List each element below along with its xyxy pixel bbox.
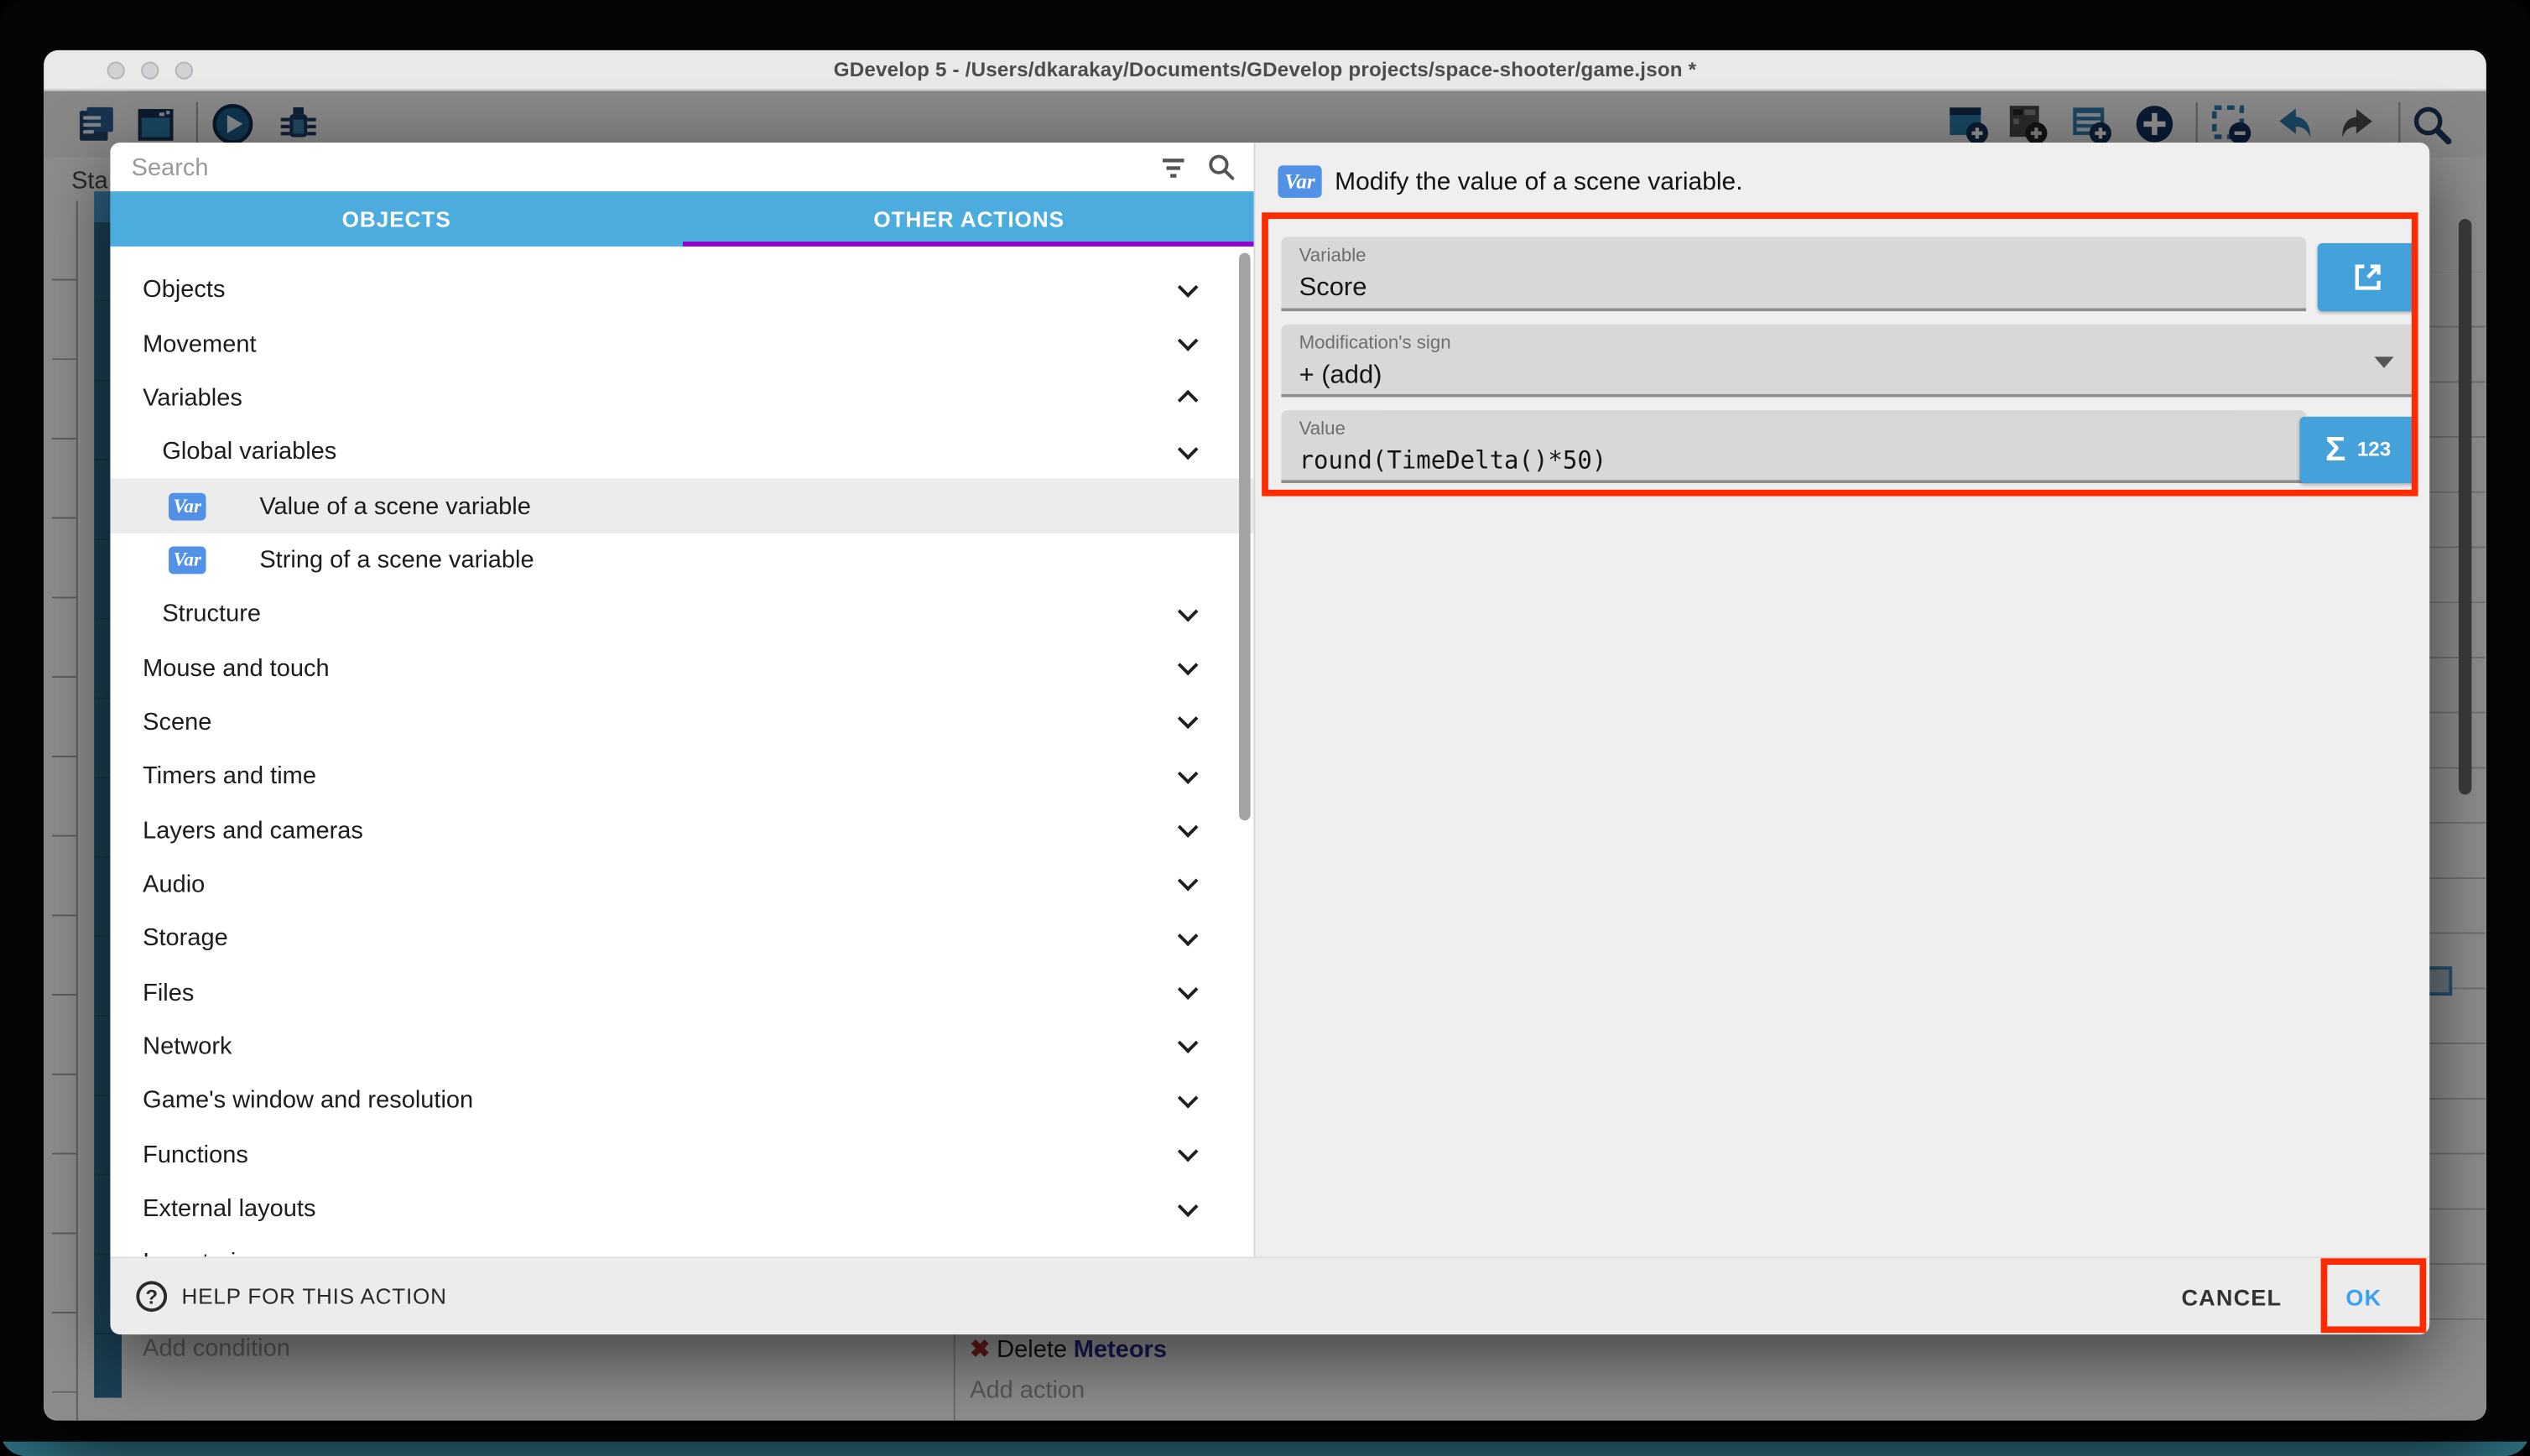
tab-other-actions[interactable]: OTHER ACTIONS [683, 191, 1255, 247]
desktop-wallpaper-strip [0, 1442, 2530, 1456]
list-item-global-variables[interactable]: Global variables [110, 425, 1255, 479]
minimize-button[interactable] [141, 61, 159, 79]
dialog-footer: ? HELP FOR THIS ACTION CANCEL OK [110, 1256, 2429, 1334]
tab-objects[interactable]: OBJECTS [110, 191, 682, 247]
chevron-down-icon [1178, 1196, 1199, 1217]
list-item-layers-and-cameras[interactable]: Layers and cameras [110, 803, 1255, 857]
list-item-value-of-a-scene-variable[interactable]: VarValue of a scene variable [110, 479, 1255, 533]
close-button[interactable] [107, 61, 125, 79]
list-item-objects[interactable]: Objects [110, 263, 1255, 316]
list-item-audio[interactable]: Audio [110, 857, 1255, 911]
filter-icon[interactable] [1159, 153, 1187, 181]
list-item-structure[interactable]: Structure [110, 587, 1255, 641]
var-icon: Var [1278, 165, 1321, 198]
screenshot-canvas: GDevelop 5 - /Users/dkarakay/Documents/G… [0, 0, 2530, 1456]
list-item-variables[interactable]: Variables [110, 371, 1255, 424]
list-item-storage[interactable]: Storage [110, 912, 1255, 965]
chevron-down-icon [1178, 871, 1199, 892]
chevron-down-icon [1178, 925, 1199, 946]
dialog-tabs: OBJECTS OTHER ACTIONS [110, 191, 1255, 247]
list-item-functions[interactable]: Functions [110, 1128, 1255, 1182]
chevron-down-icon [1178, 655, 1199, 676]
modification-sign-select[interactable]: Modification's sign + (add) [1281, 325, 2416, 398]
sigma-icon: Σ [2325, 433, 2345, 467]
list-item-string-of-a-scene-variable[interactable]: VarString of a scene variable [110, 533, 1255, 587]
action-editor-dialog: OBJECTS OTHER ACTIONS Objects Movement V… [110, 143, 2429, 1333]
ok-button[interactable]: OK [2327, 1258, 2400, 1334]
value-expression-field[interactable]: Value round(TimeDelta()*50) [1281, 410, 2306, 483]
chevron-down-icon [1178, 277, 1199, 298]
list-item-movement[interactable]: Movement [110, 317, 1255, 371]
gdevelop-window: GDevelop 5 - /Users/dkarakay/Documents/G… [44, 50, 2486, 1421]
titlebar: GDevelop 5 - /Users/dkarakay/Documents/G… [44, 50, 2486, 91]
open-in-new-icon [2350, 261, 2383, 294]
actions-category-list: Objects Movement Variables Global variab… [110, 247, 1255, 1256]
chevron-down-icon [1178, 980, 1199, 1001]
chevron-down-icon [1178, 330, 1199, 351]
chevron-up-icon [1178, 391, 1199, 412]
list-item-games-window-and-resolution[interactable]: Game's window and resolution [110, 1074, 1255, 1127]
chevron-down-icon [1178, 601, 1199, 621]
var-icon: Var [169, 546, 206, 574]
chevron-down-icon [1178, 763, 1199, 784]
search-icon[interactable] [1206, 153, 1236, 182]
list-item-files[interactable]: Files [110, 965, 1255, 1019]
open-variables-editor-button[interactable] [2318, 243, 2417, 311]
var-icon: Var [169, 492, 206, 520]
list-item-timers-and-time[interactable]: Timers and time [110, 749, 1255, 803]
list-item-network[interactable]: Network [110, 1020, 1255, 1074]
dropdown-caret-icon [2374, 356, 2393, 368]
chevron-down-icon [1178, 439, 1199, 460]
instruction-list-pane: OBJECTS OTHER ACTIONS Objects Movement V… [110, 143, 1255, 1256]
list-item-mouse-and-touch[interactable]: Mouse and touch [110, 641, 1255, 694]
panel-header: Var Modify the value of a scene variable… [1255, 143, 2429, 212]
action-title: Modify the value of a scene variable. [1335, 169, 1742, 198]
list-item-external-layouts[interactable]: External layouts [110, 1182, 1255, 1235]
traffic-lights [107, 61, 193, 79]
chevron-down-icon [1178, 1141, 1199, 1162]
window-title: GDevelop 5 - /Users/dkarakay/Documents/G… [834, 59, 1697, 81]
active-tab-indicator [683, 241, 1255, 247]
help-icon: ? [136, 1281, 167, 1312]
list-scrollbar-thumb[interactable] [1239, 253, 1251, 821]
action-parameters-panel: Var Modify the value of a scene variable… [1253, 143, 2429, 1256]
list-item-scene[interactable]: Scene [110, 695, 1255, 749]
cancel-button[interactable]: CANCEL [2172, 1258, 2292, 1334]
chevron-down-icon [1178, 709, 1199, 730]
zoom-button[interactable] [175, 61, 193, 79]
search-bar [110, 143, 1255, 191]
chevron-down-icon [1178, 817, 1199, 838]
help-button[interactable]: ? HELP FOR THIS ACTION [136, 1258, 446, 1334]
expression-editor-button[interactable]: Σ 123 [2299, 417, 2416, 483]
variable-field[interactable]: Variable Score [1281, 237, 2306, 311]
chevron-down-icon [1178, 1088, 1199, 1109]
list-item-inventories[interactable]: Inventories [110, 1236, 1255, 1257]
search-input[interactable] [110, 153, 1159, 181]
chevron-down-icon [1178, 1250, 1199, 1256]
chevron-down-icon [1178, 1033, 1199, 1054]
